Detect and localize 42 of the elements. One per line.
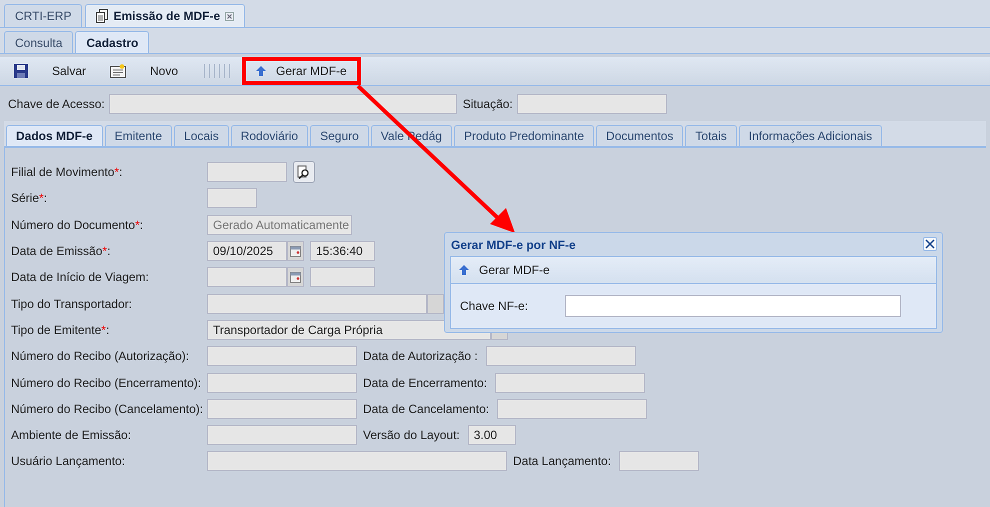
field-label: Data de Emissão*: — [11, 244, 112, 258]
form-tab[interactable]: Locais — [174, 125, 229, 146]
field-label: Data de Encerramento: — [363, 376, 488, 390]
text-field[interactable]: 3.00 — [468, 425, 516, 446]
dialog-title: Gerar MDF-e por NF-e — [450, 237, 576, 254]
date-field[interactable]: 09/10/2025 — [207, 241, 287, 262]
field-label: Filial de Movimento*: — [11, 165, 124, 180]
field-label: Data de Autorização : — [363, 349, 478, 364]
field-label: Data de Cancelamento: — [363, 402, 490, 416]
field-label: Ambiente de Emissão: — [11, 428, 132, 442]
form-tab[interactable]: Documentos — [596, 125, 684, 146]
sub-tab[interactable]: Cadastro — [75, 31, 150, 53]
generate-button[interactable]: Gerar MDF-e — [455, 263, 554, 277]
form-tab[interactable]: Dados MDF-e — [6, 125, 103, 146]
form-tab[interactable]: Totais — [685, 125, 737, 146]
field-label: Tipo do Transportador: — [11, 296, 133, 311]
form-tab[interactable]: Informações Adicionais — [738, 125, 882, 146]
field-label: Versão do Layout: — [363, 428, 460, 442]
form-tab[interactable]: Rodoviário — [230, 125, 308, 146]
app-tab[interactable]: Emissão de MDF-e — [85, 4, 246, 27]
field-label: Número do Documento*: — [11, 218, 144, 232]
field-label: Série*: — [11, 191, 48, 206]
field-label: Data de Início de Viagem: — [11, 270, 150, 284]
form-tab[interactable]: Seguro — [310, 125, 369, 146]
field-label: Tipo de Emitente*: — [11, 322, 110, 337]
new-button[interactable]: Novo — [102, 59, 186, 83]
text-field[interactable]: Gerado Automaticamente — [207, 214, 352, 235]
field-label: Número do Recibo (Encerramento): — [11, 376, 202, 390]
sub-tab[interactable]: Consulta — [4, 31, 74, 53]
field-label: Situação: — [462, 96, 513, 110]
save-button[interactable]: Salvar — [6, 59, 94, 83]
field-label: Usuário Lançamento: — [11, 454, 126, 468]
form-tab[interactable]: Emitente — [104, 125, 172, 146]
field-label: Número do Recibo (Autorização): — [11, 349, 190, 364]
field-label: Chave de Acesso: — [8, 96, 105, 110]
generate-button[interactable]: Gerar MDF-e — [244, 59, 359, 83]
app-tab[interactable]: CRTI-ERP — [4, 4, 82, 27]
form-tab[interactable]: Produto Predominante — [454, 125, 594, 146]
text-field[interactable]: 15:36:40 — [310, 241, 375, 262]
field-label: Número do Recibo (Cancelamento): — [11, 402, 204, 416]
field-label: Data Lançamento: — [513, 454, 612, 468]
field-label: Chave NF-e: — [460, 299, 530, 313]
